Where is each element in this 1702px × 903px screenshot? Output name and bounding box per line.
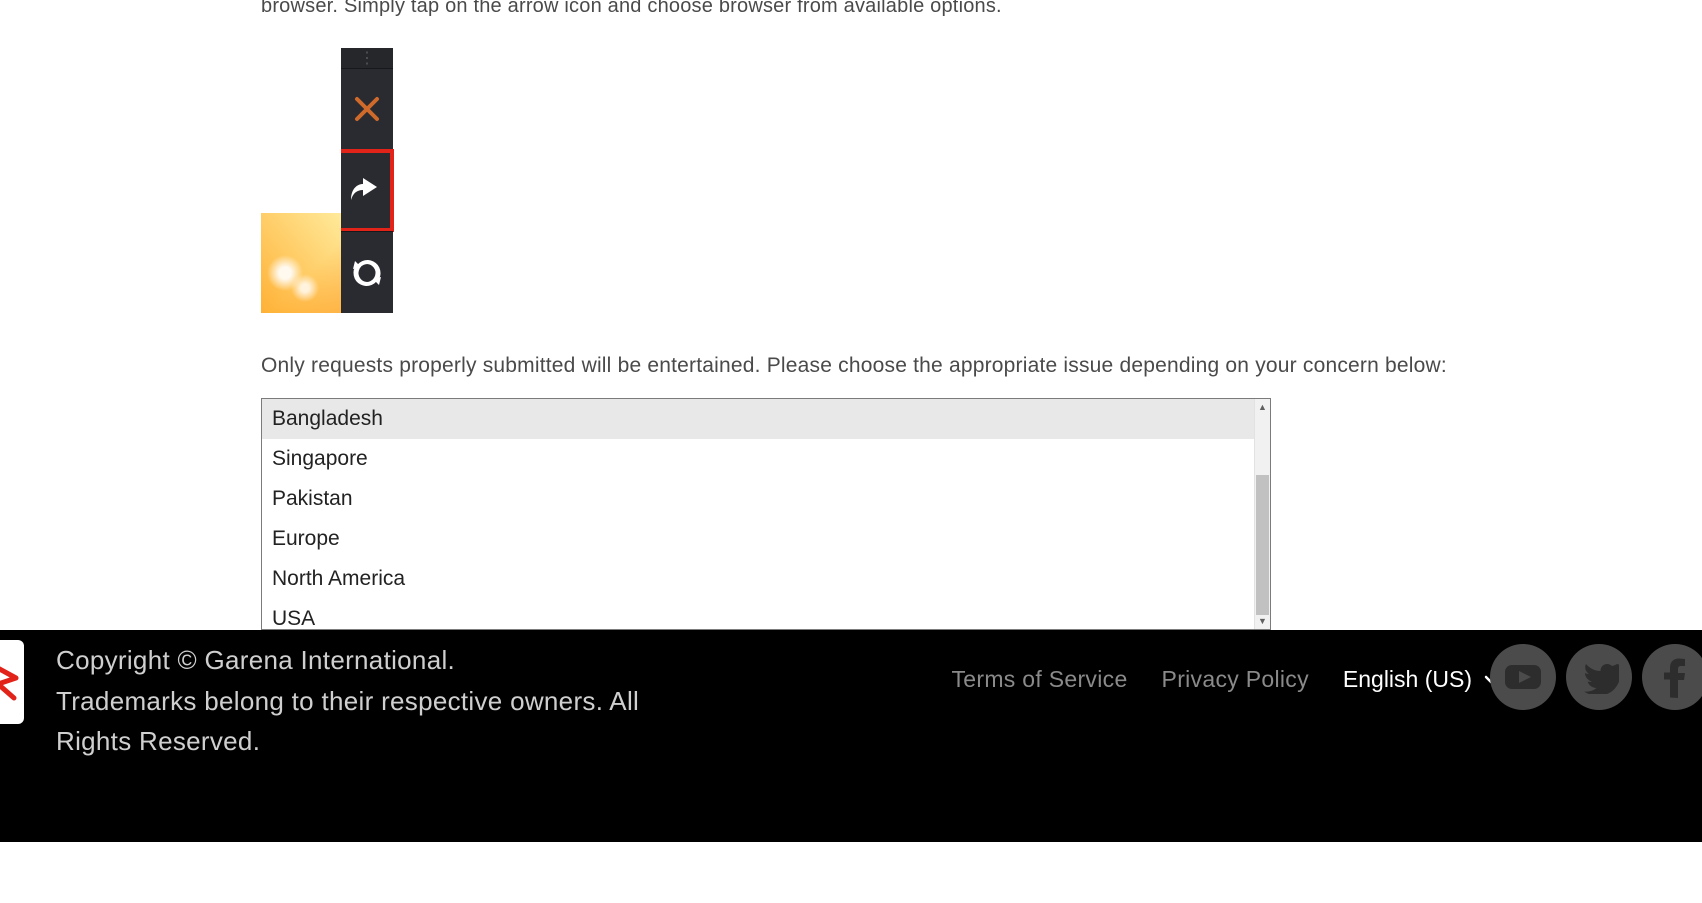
instruction-screenshot: ⋮ xyxy=(261,48,393,313)
language-selector[interactable]: English (US) xyxy=(1343,666,1502,693)
scroll-track[interactable] xyxy=(1255,415,1270,613)
region-option[interactable]: Bangladesh xyxy=(262,399,1254,439)
garena-logo-icon[interactable] xyxy=(0,640,24,724)
privacy-policy-link[interactable]: Privacy Policy xyxy=(1162,666,1309,693)
twitter-icon[interactable] xyxy=(1566,644,1632,710)
share-arrow-icon xyxy=(349,175,383,208)
scroll-down-icon[interactable]: ▼ xyxy=(1255,613,1270,629)
region-listbox[interactable]: Bangladesh Singapore Pakistan Europe Nor… xyxy=(262,399,1254,629)
region-option[interactable]: Pakistan xyxy=(262,479,1254,519)
region-option[interactable]: North America xyxy=(262,559,1254,599)
article-partial-text: browser. Simply tap on the arrow icon an… xyxy=(261,0,1702,20)
scroll-thumb[interactable] xyxy=(1256,475,1269,615)
copyright-line-2: Trademarks belong to their respective ow… xyxy=(56,681,676,762)
region-select-dropdown[interactable]: Bangladesh Singapore Pakistan Europe Nor… xyxy=(261,398,1271,630)
close-icon xyxy=(341,68,393,150)
youtube-icon[interactable] xyxy=(1490,644,1556,710)
dropdown-scrollbar[interactable]: ▲ ▼ xyxy=(1254,399,1270,629)
toolbar-drag-dots-icon: ⋮ xyxy=(341,48,393,68)
region-option[interactable]: Singapore xyxy=(262,439,1254,479)
language-label: English (US) xyxy=(1343,666,1472,693)
region-option[interactable]: Europe xyxy=(262,519,1254,559)
scroll-up-icon[interactable]: ▲ xyxy=(1255,399,1270,415)
facebook-icon[interactable] xyxy=(1642,644,1702,710)
footer-copyright: Copyright © Garena International. Tradem… xyxy=(56,640,676,761)
terms-of-service-link[interactable]: Terms of Service xyxy=(951,666,1127,693)
refresh-icon xyxy=(341,231,393,313)
article-content: browser. Simply tap on the arrow icon an… xyxy=(0,0,1702,630)
region-option[interactable]: USA xyxy=(262,599,1254,629)
copyright-line-1: Copyright © Garena International. xyxy=(56,640,676,680)
instruction-text: Only requests properly submitted will be… xyxy=(261,351,1702,380)
